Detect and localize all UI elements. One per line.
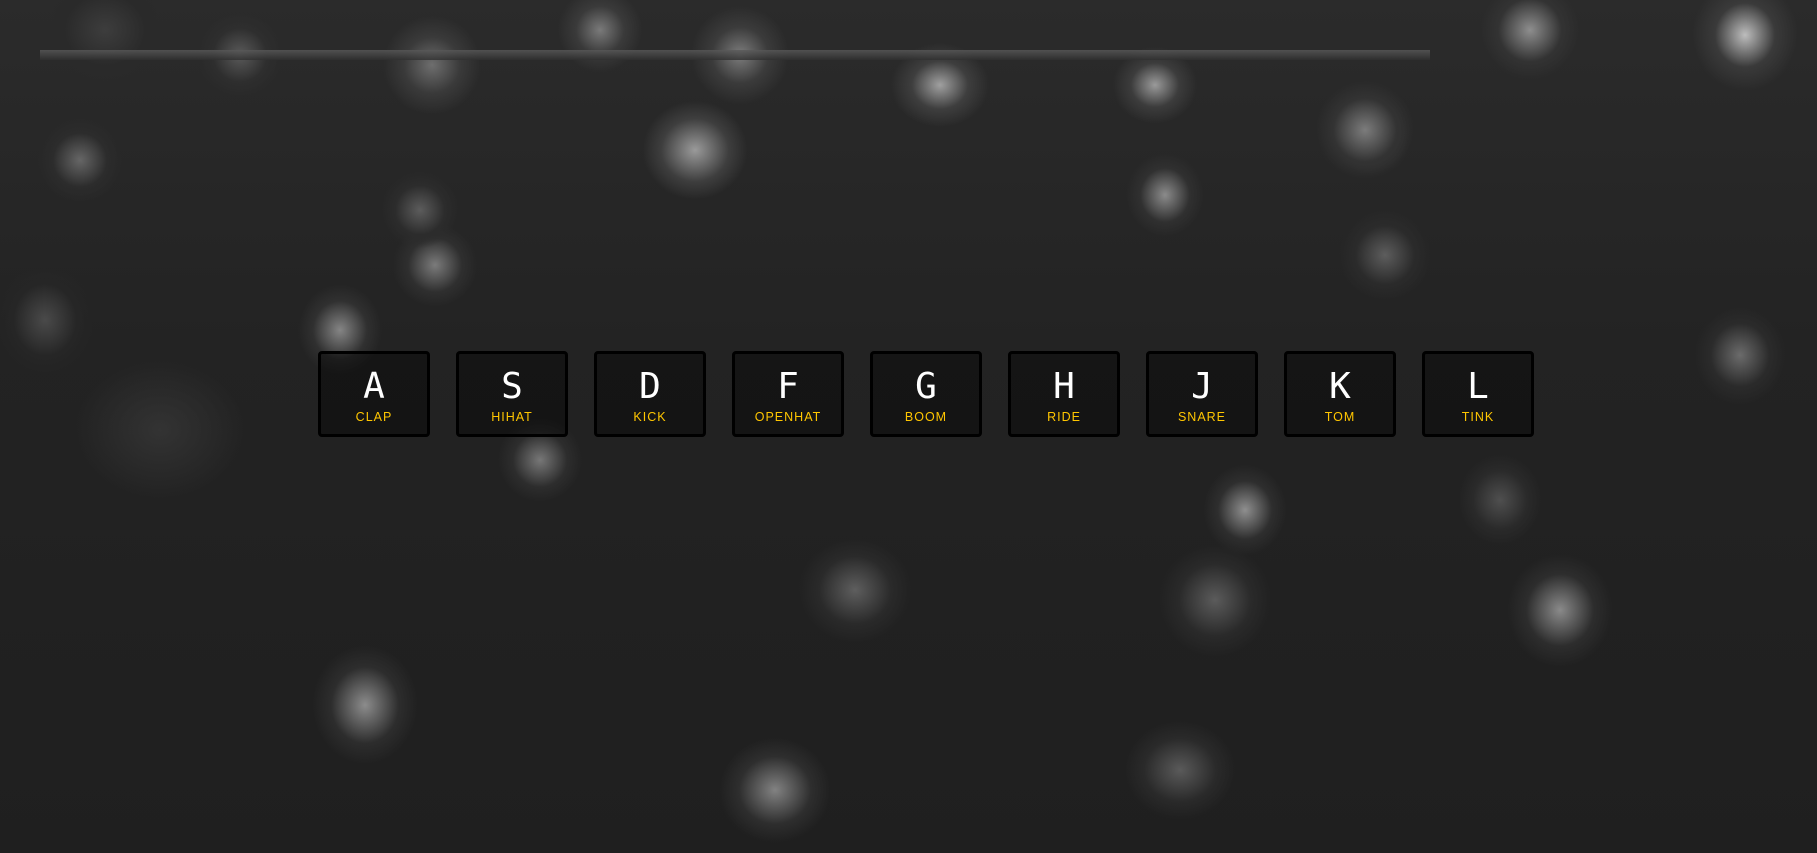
sound-label: hihat <box>491 410 533 424</box>
drum-key-g[interactable]: G boom <box>870 351 982 437</box>
key-letter: H <box>1053 366 1075 407</box>
key-letter: J <box>1191 366 1213 407</box>
key-letter: L <box>1467 366 1489 407</box>
key-letter: D <box>639 366 661 407</box>
sound-label: snare <box>1177 410 1227 424</box>
drum-key-d[interactable]: D kick <box>594 351 706 437</box>
sound-label: boom <box>904 410 948 424</box>
drum-key-s[interactable]: S hihat <box>456 351 568 437</box>
key-letter: F <box>777 366 799 407</box>
drum-key-h[interactable]: H ride <box>1008 351 1120 437</box>
key-letter: G <box>915 366 937 407</box>
drum-key-j[interactable]: J snare <box>1146 351 1258 437</box>
drum-key-l[interactable]: L tink <box>1422 351 1534 437</box>
key-letter: K <box>1329 366 1351 407</box>
sound-label: openhat <box>754 410 822 424</box>
sound-label: tink <box>1461 410 1495 424</box>
sound-label: ride <box>1047 410 1081 424</box>
crowd-background: A clap S hihat D kick F openhat G boom H… <box>0 0 1817 853</box>
drum-key-a[interactable]: A clap <box>318 351 430 437</box>
key-letter: S <box>501 366 523 407</box>
sound-label: clap <box>355 410 393 424</box>
sound-label: kick <box>633 410 667 424</box>
drum-keys: A clap S hihat D kick F openhat G boom H… <box>0 0 1817 853</box>
sound-label: tom <box>1324 410 1356 424</box>
drum-key-k[interactable]: K tom <box>1284 351 1396 437</box>
key-letter: A <box>363 366 385 407</box>
drum-key-f[interactable]: F openhat <box>732 351 844 437</box>
